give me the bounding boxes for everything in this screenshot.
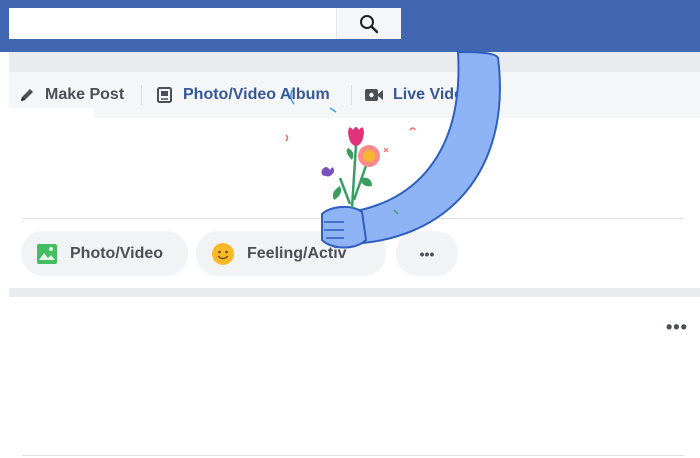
photo-icon bbox=[36, 243, 58, 265]
tab-separator bbox=[141, 85, 142, 105]
tab-live-video[interactable]: Live Vide bbox=[364, 72, 463, 118]
composer-tab-notch bbox=[9, 108, 94, 122]
tab-live-video-label: Live Vide bbox=[393, 86, 463, 103]
photo-video-button[interactable]: Photo/Video bbox=[21, 231, 188, 276]
feeling-activity-button[interactable]: Feeling/Activ bbox=[196, 231, 386, 276]
tab-photo-video-album[interactable]: Photo/Video Album bbox=[156, 72, 330, 118]
composer-divider bbox=[22, 218, 684, 219]
photo-video-label: Photo/Video bbox=[70, 244, 164, 262]
pencil-icon bbox=[18, 86, 36, 104]
tab-separator bbox=[351, 85, 352, 105]
search-icon bbox=[360, 14, 379, 33]
search-input[interactable] bbox=[9, 8, 339, 41]
post-card bbox=[9, 297, 700, 458]
page-background-band bbox=[9, 52, 700, 72]
video-camera-icon bbox=[364, 86, 384, 104]
search-bar[interactable] bbox=[9, 8, 401, 41]
feeling-activity-label: Feeling/Activ bbox=[247, 244, 347, 262]
search-button[interactable] bbox=[336, 8, 401, 39]
photo-album-icon bbox=[156, 86, 174, 104]
top-navigation-bar bbox=[0, 0, 700, 52]
composer-tab-bar: Make Post Photo/Video Album Live Vide bbox=[9, 72, 700, 119]
more-icon: ••• bbox=[419, 245, 435, 262]
tab-make-post-label: Make Post bbox=[45, 86, 125, 103]
more-actions-button[interactable]: ••• bbox=[396, 231, 458, 276]
post-options-icon[interactable]: ••• bbox=[666, 318, 688, 336]
smiley-icon bbox=[211, 242, 235, 266]
tab-photo-video-album-label: Photo/Video Album bbox=[183, 86, 330, 103]
post-divider bbox=[22, 455, 684, 456]
feed-gap-band bbox=[9, 288, 700, 297]
